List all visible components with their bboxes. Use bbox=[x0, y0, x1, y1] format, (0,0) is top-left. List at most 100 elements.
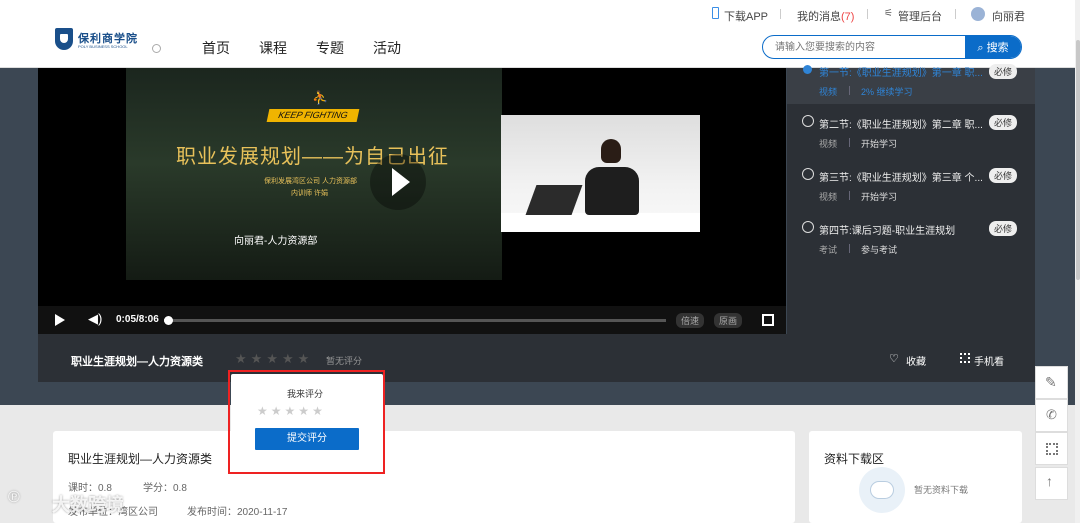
downloads-card: 资料下载区 暂无资料下载 bbox=[809, 431, 1022, 523]
gear-icon[interactable] bbox=[152, 44, 161, 53]
phone-icon[interactable] bbox=[712, 7, 719, 19]
detail-org-value: 湾区公司 bbox=[118, 507, 158, 518]
playlist-item-type: 视频 bbox=[819, 139, 838, 149]
playlist-item-type: 考试 bbox=[819, 245, 838, 255]
qr-icon[interactable] bbox=[960, 353, 970, 363]
nav-courses[interactable]: 课程 bbox=[259, 38, 287, 58]
avatar[interactable] bbox=[971, 7, 985, 21]
playlist-item-type: 视频 bbox=[819, 192, 838, 202]
highlight-box bbox=[228, 370, 385, 474]
play-icon[interactable] bbox=[55, 314, 65, 326]
playlist-item[interactable]: 第二节:《职业生涯规划》第二章 职... 必修 视频 开始学习 bbox=[787, 110, 1035, 154]
phone-call-icon: ✆ bbox=[1046, 407, 1057, 422]
desk bbox=[501, 213, 700, 232]
time-display: 0:05/8:06 bbox=[116, 314, 159, 325]
phone-button[interactable]: ✆ bbox=[1035, 399, 1068, 432]
slide-presenter: 向丽君-人力资源部 bbox=[234, 236, 318, 247]
course-info-bar: 职业生涯规划—人力资源类 ★★★★★ 暂无评分 ♡ 收藏 手机看 bbox=[38, 334, 1035, 382]
speed-button[interactable]: 倍速 bbox=[676, 313, 705, 328]
slide-line-2: 内训师 许娟 bbox=[291, 190, 328, 197]
edit-button[interactable]: ✎ bbox=[1035, 366, 1068, 399]
logo-subtitle: POLY BUSINESS SCHOOL bbox=[78, 44, 128, 49]
heart-icon[interactable]: ♡ bbox=[889, 352, 899, 365]
slide-line-1: 保利发展湾区公司 人力资源部 bbox=[264, 178, 357, 185]
rating-stars[interactable]: ★★★★★ bbox=[235, 350, 313, 368]
nav-topics[interactable]: 专题 bbox=[316, 38, 344, 58]
downloads-empty: 暂无资料下载 bbox=[914, 485, 969, 495]
playlist-item[interactable]: 第四节:课后习题-职业生涯规划 必修 考试 参与考试 bbox=[787, 216, 1035, 260]
back-to-top-button[interactable]: ↑ bbox=[1035, 467, 1068, 500]
star-icon[interactable]: ★ bbox=[282, 351, 298, 366]
messages-label: 我的消息 bbox=[797, 11, 841, 23]
mobile-view-button[interactable]: 手机看 bbox=[974, 353, 1004, 368]
playlist-item-action[interactable]: 参与考试 bbox=[861, 243, 897, 256]
detail-title: 职业生涯规划—人力资源类 bbox=[68, 452, 213, 466]
qrcode-button[interactable] bbox=[1035, 432, 1068, 465]
presenter-head bbox=[601, 139, 621, 163]
required-badge: 必修 bbox=[989, 64, 1018, 79]
playlist-item-title: 第一节:《职业生涯规划》第一章 职... bbox=[819, 68, 983, 79]
playlist-item-action[interactable]: 开始学习 bbox=[861, 190, 897, 203]
search-icon: ⌕ bbox=[977, 42, 984, 54]
search-button-label: 搜索 bbox=[986, 42, 1009, 54]
search-input[interactable] bbox=[775, 36, 965, 58]
watermark: 大数跨境 bbox=[52, 495, 124, 515]
big-play-button[interactable] bbox=[370, 154, 426, 210]
divider bbox=[780, 9, 781, 19]
messages-link[interactable]: 我的消息(7) bbox=[797, 8, 854, 24]
play-circle-icon bbox=[802, 168, 814, 180]
nav-home[interactable]: 首页 bbox=[202, 38, 230, 58]
arrow-up-icon: ↑ bbox=[1046, 473, 1053, 489]
downloads-title: 资料下载区 bbox=[824, 452, 885, 466]
download-app-link[interactable]: 下载APP bbox=[724, 8, 768, 24]
detail-credits: 学分：0.8 bbox=[143, 483, 187, 494]
playlist-item-active[interactable]: 第一节:《职业生涯规划》第一章 职... 必修 视频 2% 继续学习 bbox=[787, 64, 1035, 104]
presenter-camera bbox=[501, 115, 700, 232]
admin-link[interactable]: 管理后台 bbox=[898, 8, 942, 24]
playlist-item-title: 第三节:《职业生涯规划》第三章 个... bbox=[819, 173, 983, 184]
messages-count: (7) bbox=[841, 11, 855, 23]
nav-activities[interactable]: 活动 bbox=[373, 38, 401, 58]
playlist-item[interactable]: 第三节:《职业生涯规划》第三章 个... 必修 视频 开始学习 bbox=[787, 163, 1035, 207]
video-controls: ◀) 0:05/8:06 倍速 原画 bbox=[38, 306, 786, 334]
qrcode-icon bbox=[1046, 443, 1058, 455]
star-icon[interactable]: ★ bbox=[298, 351, 314, 366]
cloud-icon bbox=[870, 481, 894, 499]
divider bbox=[849, 191, 850, 200]
divider bbox=[867, 9, 868, 19]
rating-text: 暂无评分 bbox=[326, 356, 363, 366]
course-detail-card: 职业生涯规划—人力资源类 课时：0.8 学分：0.8 发布单位：湾区公司 发布时… bbox=[53, 431, 795, 523]
required-badge: 必修 bbox=[989, 221, 1018, 236]
favorite-button[interactable]: 收藏 bbox=[906, 353, 926, 368]
admin-icon[interactable]: ⚟ bbox=[884, 8, 893, 19]
username[interactable]: 向丽君 bbox=[992, 8, 1025, 24]
star-icon[interactable]: ★ bbox=[235, 351, 251, 366]
empty-illustration-icon bbox=[859, 467, 905, 513]
play-circle-icon bbox=[802, 115, 814, 127]
playlist-item-action[interactable]: 2% 继续学习 bbox=[861, 85, 913, 98]
detail-date: 发布时间：2020-11-17 bbox=[187, 507, 288, 518]
required-badge: 必修 bbox=[989, 168, 1018, 183]
volume-icon[interactable]: ◀) bbox=[88, 311, 102, 327]
divider bbox=[955, 9, 956, 19]
playlist-item-action[interactable]: 开始学习 bbox=[861, 137, 897, 150]
progress-track[interactable] bbox=[164, 316, 666, 325]
watermark-logo: ℗ bbox=[8, 489, 20, 506]
scrollbar-thumb[interactable] bbox=[1076, 40, 1080, 280]
divider bbox=[849, 244, 850, 253]
star-icon[interactable]: ★ bbox=[251, 351, 267, 366]
slide-tag: KEEP FIGHTING bbox=[266, 109, 360, 122]
runner-icon: ⛹ bbox=[312, 90, 329, 105]
fullscreen-icon[interactable] bbox=[762, 314, 774, 326]
quality-button[interactable]: 原画 bbox=[714, 313, 743, 328]
play-circle-icon bbox=[802, 221, 814, 233]
progress-handle[interactable] bbox=[164, 316, 173, 325]
search-box: ⌕ 搜索 bbox=[762, 35, 1022, 59]
course-title: 职业生涯规划—人力资源类 bbox=[71, 356, 203, 368]
divider bbox=[849, 138, 850, 147]
search-button[interactable]: ⌕ 搜索 bbox=[965, 36, 1021, 58]
playing-icon bbox=[803, 65, 812, 74]
laptop bbox=[525, 185, 583, 215]
star-icon[interactable]: ★ bbox=[266, 351, 282, 366]
logo-shield-icon[interactable] bbox=[55, 28, 73, 50]
